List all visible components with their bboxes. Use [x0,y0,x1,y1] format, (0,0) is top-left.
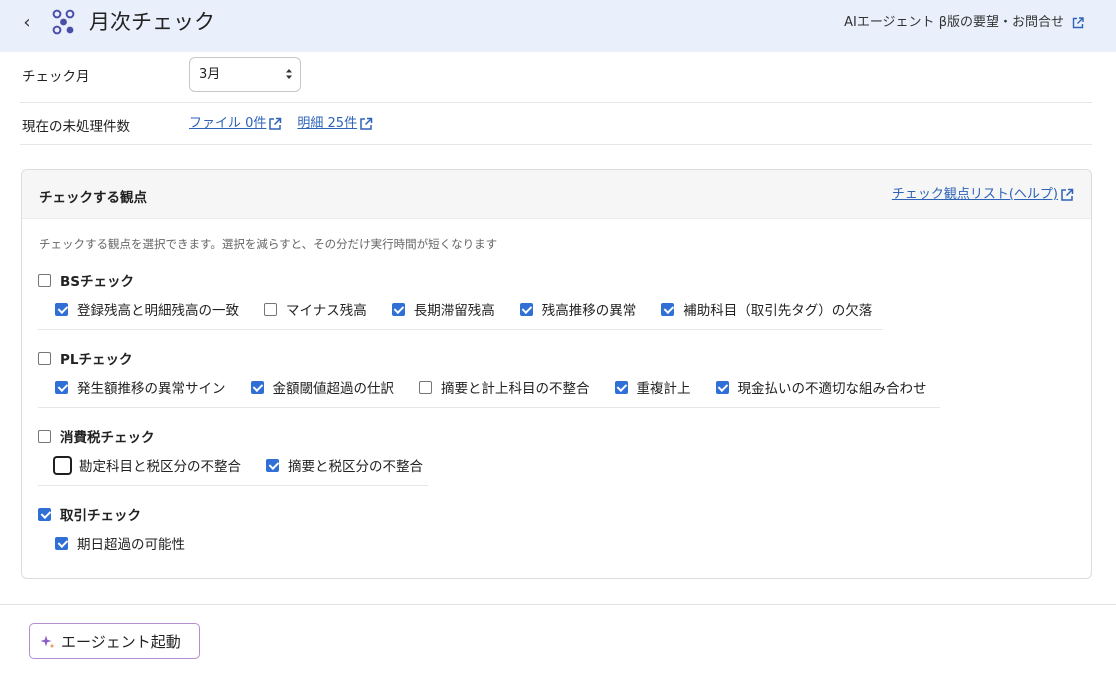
check-item-label: 残高推移の異常 [541,303,637,319]
divider [38,485,428,486]
check-item[interactable]: 補助科目（取引先タグ）の欠落 [661,299,872,319]
check-item-checkbox[interactable] [55,536,68,550]
check-points-card: チェックする観点 チェック観点リスト(ヘルプ) チェックする観点を選択できます。… [21,169,1092,579]
help-link[interactable]: チェック観点リスト(ヘルプ) [892,186,1074,204]
details-link[interactable]: 明細 25件 [297,115,373,133]
files-link-label: ファイル 0件 [189,116,267,131]
divider [38,407,940,408]
group-bs-header[interactable]: BSチェック [38,270,134,290]
check-item-label: 重複計上 [636,381,691,397]
group-transaction-header[interactable]: 取引チェック [38,504,141,524]
month-select[interactable]: 3月 [189,57,301,92]
group-pl-checkbox[interactable] [38,351,51,365]
check-item-checkbox[interactable] [266,458,279,472]
check-item-label: 発生額推移の異常サイン [77,381,226,397]
group-bs-label: BSチェック [60,274,135,290]
check-item-label: 摘要と税区分の不整合 [288,459,423,475]
check-item-label: 長期滞留残高 [413,303,495,319]
check-item[interactable]: 摘要と計上科目の不整合 [419,377,590,397]
pending-links: ファイル 0件 明細 25件 [189,115,373,133]
check-item-checkbox[interactable] [264,302,277,316]
check-item-label: 勘定科目と税区分の不整合 [79,459,241,475]
group-pl: PLチェック 発生額推移の異常サイン 金額閾値超過の仕訳 摘要と計上科目の不整合… [38,348,940,408]
top-header: ‹ 月次チェック AIエージェント β版の要望・お問合せ [0,0,1116,52]
group-pl-label: PLチェック [60,352,133,368]
group-transaction-items: 期日超過の可能性 [55,533,185,553]
check-item[interactable]: 発生額推移の異常サイン [55,377,226,397]
check-item-checkbox[interactable] [250,380,264,394]
files-link[interactable]: ファイル 0件 [189,115,282,133]
feedback-link-label: AIエージェント β版の要望・お問合せ [844,15,1064,30]
check-item-label: 登録残高と明細残高の一致 [77,303,239,319]
start-agent-label: エージェント起動 [61,632,181,651]
check-item[interactable]: 摘要と税区分の不整合 [266,455,423,475]
page-title: 月次チェック [89,10,215,34]
check-item[interactable]: 金額閾値超過の仕訳 [250,377,395,397]
check-item[interactable]: 勘定科目と税区分の不整合 [55,455,241,475]
group-pl-items: 発生額推移の異常サイン 金額閾値超過の仕訳 摘要と計上科目の不整合 重複計上 現… [55,377,927,397]
group-tax-header[interactable]: 消費税チェック [38,426,155,446]
select-arrows-icon [286,69,292,79]
card-header: チェックする観点 チェック観点リスト(ヘルプ) [22,170,1091,219]
card-title: チェックする観点 [39,190,147,206]
check-item-checkbox[interactable] [55,302,68,316]
divider [20,144,1092,145]
check-item-label: マイナス残高 [286,303,367,319]
start-agent-button[interactable]: エージェント起動 [29,623,200,659]
group-transaction-checkbox[interactable] [38,507,51,521]
group-transaction-label: 取引チェック [60,508,141,524]
group-bs-items: 登録残高と明細残高の一致 マイナス残高 長期滞留残高 残高推移の異常 補助科目（… [55,299,872,319]
external-link-icon [269,117,282,130]
card-description: チェックする観点を選択できます。選択を減らすと、その分だけ実行時間が短くなります [39,237,498,251]
group-bs: BSチェック 登録残高と明細残高の一致 マイナス残高 長期滞留残高 残高推移の異… [38,270,883,330]
sparkle-icon [40,635,55,648]
external-link-icon [1072,17,1084,29]
check-item[interactable]: 重複計上 [614,377,691,397]
month-select-value: 3月 [199,67,221,82]
help-link-label: チェック観点リスト(ヘルプ) [891,187,1058,202]
details-link-label: 明細 25件 [297,116,358,131]
check-item-checkbox[interactable] [715,380,729,394]
check-item[interactable]: 登録残高と明細残高の一致 [55,299,239,319]
external-link-icon [1061,188,1074,201]
check-item[interactable]: 残高推移の異常 [519,299,637,319]
check-item-checkbox[interactable] [519,302,533,316]
check-item-label: 現金払いの不適切な組み合わせ [737,381,927,397]
check-item-label: 金額閾値超過の仕訳 [272,381,395,397]
group-consumption-tax: 消費税チェック 勘定科目と税区分の不整合 摘要と税区分の不整合 [38,426,428,486]
footer-divider [0,604,1116,605]
group-tax-label: 消費税チェック [60,430,155,446]
check-item-checkbox[interactable] [55,457,70,473]
divider [38,329,883,330]
feedback-link[interactable]: AIエージェント β版の要望・お問合せ [844,13,1084,33]
check-item-checkbox[interactable] [55,380,68,394]
check-item-checkbox[interactable] [661,302,675,316]
group-bs-checkbox[interactable] [38,273,51,287]
check-item[interactable]: 現金払いの不適切な組み合わせ [715,377,927,397]
month-label: チェック月 [22,69,90,85]
check-item-label: 期日超過の可能性 [77,537,185,553]
divider [20,102,1092,103]
check-item-label: 補助科目（取引先タグ）の欠落 [683,303,873,319]
group-tax-checkbox[interactable] [38,429,51,443]
check-item[interactable]: マイナス残高 [264,299,367,319]
check-item[interactable]: 長期滞留残高 [391,299,495,319]
check-item-checkbox[interactable] [419,380,432,394]
check-item-checkbox[interactable] [391,302,405,316]
app-grid-icon [52,9,75,35]
group-pl-header[interactable]: PLチェック [38,348,133,368]
back-chevron-icon[interactable]: ‹ [18,13,36,33]
check-item-label: 摘要と計上科目の不整合 [441,381,590,397]
group-transaction: 取引チェック 期日超過の可能性 [38,504,185,553]
check-item-checkbox[interactable] [614,380,628,394]
external-link-icon [360,117,373,130]
check-item[interactable]: 期日超過の可能性 [55,533,185,553]
group-tax-items: 勘定科目と税区分の不整合 摘要と税区分の不整合 [55,455,423,475]
pending-label: 現在の未処理件数 [22,119,130,135]
